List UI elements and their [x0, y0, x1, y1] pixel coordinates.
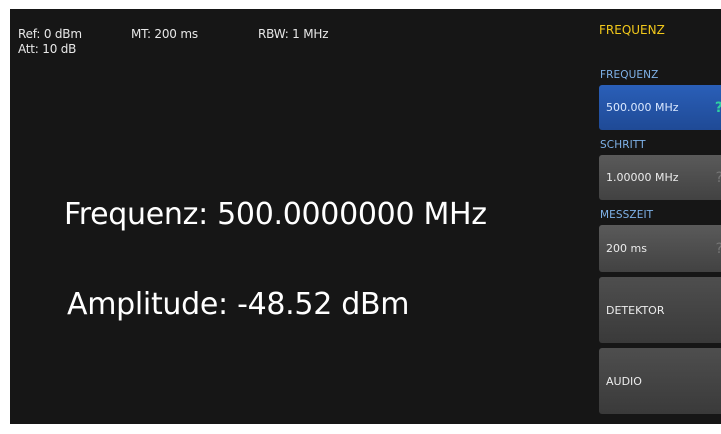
measure-time-status: MT: 200 ms [131, 27, 198, 41]
frequency-section-label: FREQUENZ [600, 69, 659, 81]
detector-label: DETEKTOR [606, 303, 665, 317]
measure-time-value: 200 ms [606, 242, 647, 255]
step-softkey[interactable]: 1.00000 MHz ? [599, 155, 721, 200]
attenuation-status: Att: 10 dB [18, 42, 77, 56]
frequency-readout: Frequenz: 500.0000000 MHz [64, 197, 487, 232]
audio-label: AUDIO [606, 374, 642, 388]
frequency-value: 500.000 MHz [606, 101, 679, 114]
step-value: 1.00000 MHz [606, 171, 679, 184]
amplitude-readout: Amplitude: -48.52 dBm [67, 287, 410, 322]
rbw-status: RBW: 1 MHz [258, 27, 329, 41]
knob-indicator-icon: ? [715, 100, 721, 116]
knob-indicator-icon: ? [716, 241, 721, 257]
knob-indicator-icon: ? [716, 170, 721, 186]
frequency-softkey[interactable]: 500.000 MHz ? [599, 85, 721, 130]
measure-time-softkey[interactable]: 200 ms ? [599, 225, 721, 272]
ref-level-status: Ref: 0 dBm [18, 27, 82, 41]
audio-softkey[interactable]: AUDIO [599, 348, 721, 414]
step-section-label: SCHRITT [600, 139, 646, 151]
measure-time-section-label: MESSZEIT [600, 209, 654, 221]
analyzer-screen: Ref: 0 dBm Att: 10 dB MT: 200 ms RBW: 1 … [10, 9, 721, 424]
detector-softkey[interactable]: DETEKTOR [599, 277, 721, 343]
menu-title: FREQUENZ [599, 23, 665, 37]
softkey-menu: FREQUENZ FREQUENZ 500.000 MHz ? SCHRITT … [597, 9, 721, 424]
